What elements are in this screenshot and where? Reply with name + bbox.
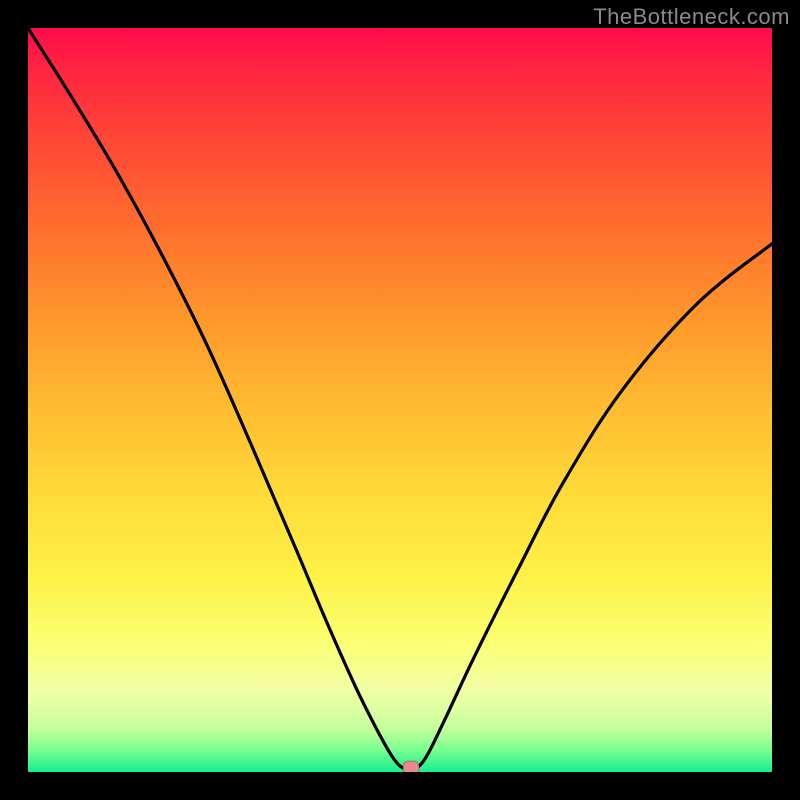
plot-area — [28, 28, 772, 772]
optimal-point-marker — [403, 761, 419, 772]
chart-frame: TheBottleneck.com — [0, 0, 800, 800]
watermark-text: TheBottleneck.com — [593, 4, 790, 30]
bottleneck-curve — [28, 28, 772, 770]
curve-svg — [28, 28, 772, 772]
